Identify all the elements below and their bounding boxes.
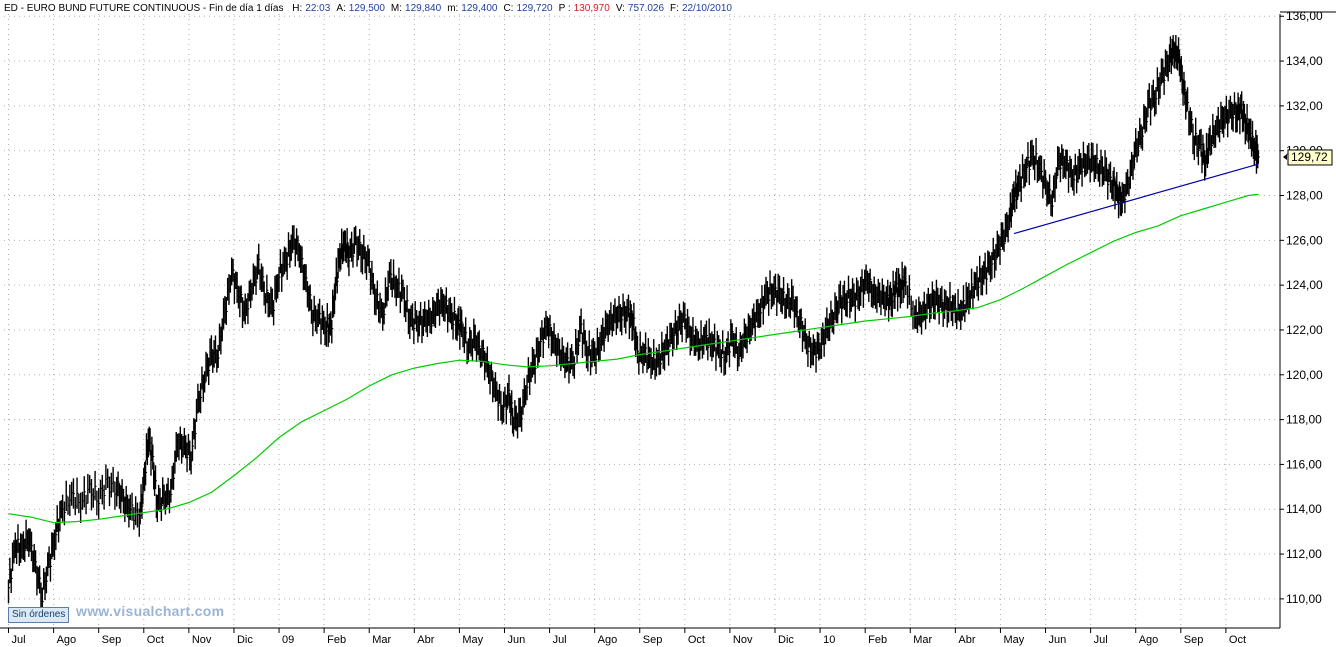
x-tick-label: Mar <box>372 634 391 646</box>
header-stat-value: 129,840 <box>405 3 442 14</box>
y-tick-label: 112,00 <box>1286 547 1322 561</box>
price-chart: 110,00 112,00 114,00 116,00 118,00 120,00 122,… <box>0 0 1336 647</box>
x-tick-label: May <box>1003 634 1024 646</box>
watermark: www.visualchart.com <box>76 603 225 619</box>
x-tick-label: Ago <box>57 634 77 646</box>
header-symbol: ED - EURO BUND FUTURE CONTINUOUS - Fin d… <box>4 3 284 14</box>
x-tick-label: Dic <box>237 634 253 646</box>
x-tick-label: Oct <box>147 634 164 646</box>
x-tick-label: Ago <box>1139 634 1159 646</box>
x-tick-label: Nov <box>733 634 753 646</box>
x-tick-label: Mar <box>913 634 932 646</box>
y-tick-label: 124,00 <box>1286 278 1323 292</box>
x-tick-label: 09 <box>282 634 294 646</box>
chart-header: ED - EURO BUND FUTURE CONTINUOUS - Fin d… <box>0 0 1280 14</box>
header-stat-value: 129,400 <box>461 3 498 14</box>
y-tick-label: 120,00 <box>1286 368 1323 382</box>
x-tick-label: Jul <box>12 634 26 646</box>
x-tick-label: Oct <box>1229 634 1246 646</box>
x-tick-label: Ago <box>598 634 618 646</box>
y-tick-label: 126,00 <box>1286 233 1323 247</box>
x-tick-label: Jul <box>1094 634 1108 646</box>
y-tick-label: 132,00 <box>1286 99 1323 113</box>
x-tick-label: Dic <box>778 634 794 646</box>
header-stat-label: A: <box>336 3 345 14</box>
header-stat-label: M: <box>391 3 402 14</box>
y-tick-label: 134,00 <box>1286 54 1323 68</box>
header-stat-value: 22:03 <box>305 3 330 14</box>
x-tick-label: 10 <box>823 634 835 646</box>
x-tick-label: Sep <box>643 634 663 646</box>
header-stat-label: m: <box>447 3 458 14</box>
y-tick-label: 114,00 <box>1286 502 1322 516</box>
y-tick-label: 118,00 <box>1286 413 1322 427</box>
y-tick-label: 110,00 <box>1286 592 1322 606</box>
x-tick-label: Abr <box>958 634 975 646</box>
header-stat-value: 129,500 <box>349 3 386 14</box>
x-tick-label: Feb <box>327 634 346 646</box>
y-tick-label: 116,00 <box>1286 457 1322 471</box>
header-stat-label: V: <box>616 3 625 14</box>
last-price-label: 129,72 <box>1291 150 1328 164</box>
x-tick-label: Feb <box>868 634 887 646</box>
x-tick-label: Jun <box>1049 634 1067 646</box>
header-text: ED - EURO BUND FUTURE CONTINUOUS - Fin d… <box>4 3 732 14</box>
x-tick-label: Sep <box>102 634 122 646</box>
header-stat-value: 22/10/2010 <box>682 3 732 14</box>
header-stat-value: 130,970 <box>574 3 611 14</box>
x-tick-label: Abr <box>417 634 434 646</box>
header-stat-label: F: <box>670 3 679 14</box>
y-tick-label: 122,00 <box>1286 323 1323 337</box>
x-tick-label: Jun <box>507 634 525 646</box>
status-badge[interactable]: Sin órdenes <box>8 607 70 623</box>
header-stat-label: P : <box>559 3 571 14</box>
x-tick-label: Nov <box>192 634 212 646</box>
header-stat-value: 757.026 <box>628 3 665 14</box>
x-tick-label: Oct <box>688 634 705 646</box>
header-stat-label: H: <box>292 3 302 14</box>
y-tick-label: 128,00 <box>1286 189 1323 203</box>
y-tick-label: 136,00 <box>1286 9 1323 23</box>
header-stat-value: 129,720 <box>516 3 553 14</box>
x-tick-label: Sep <box>1184 634 1204 646</box>
x-tick-label: Jul <box>553 634 567 646</box>
x-tick-label: May <box>462 634 483 646</box>
header-stat-label: C: <box>503 3 513 14</box>
